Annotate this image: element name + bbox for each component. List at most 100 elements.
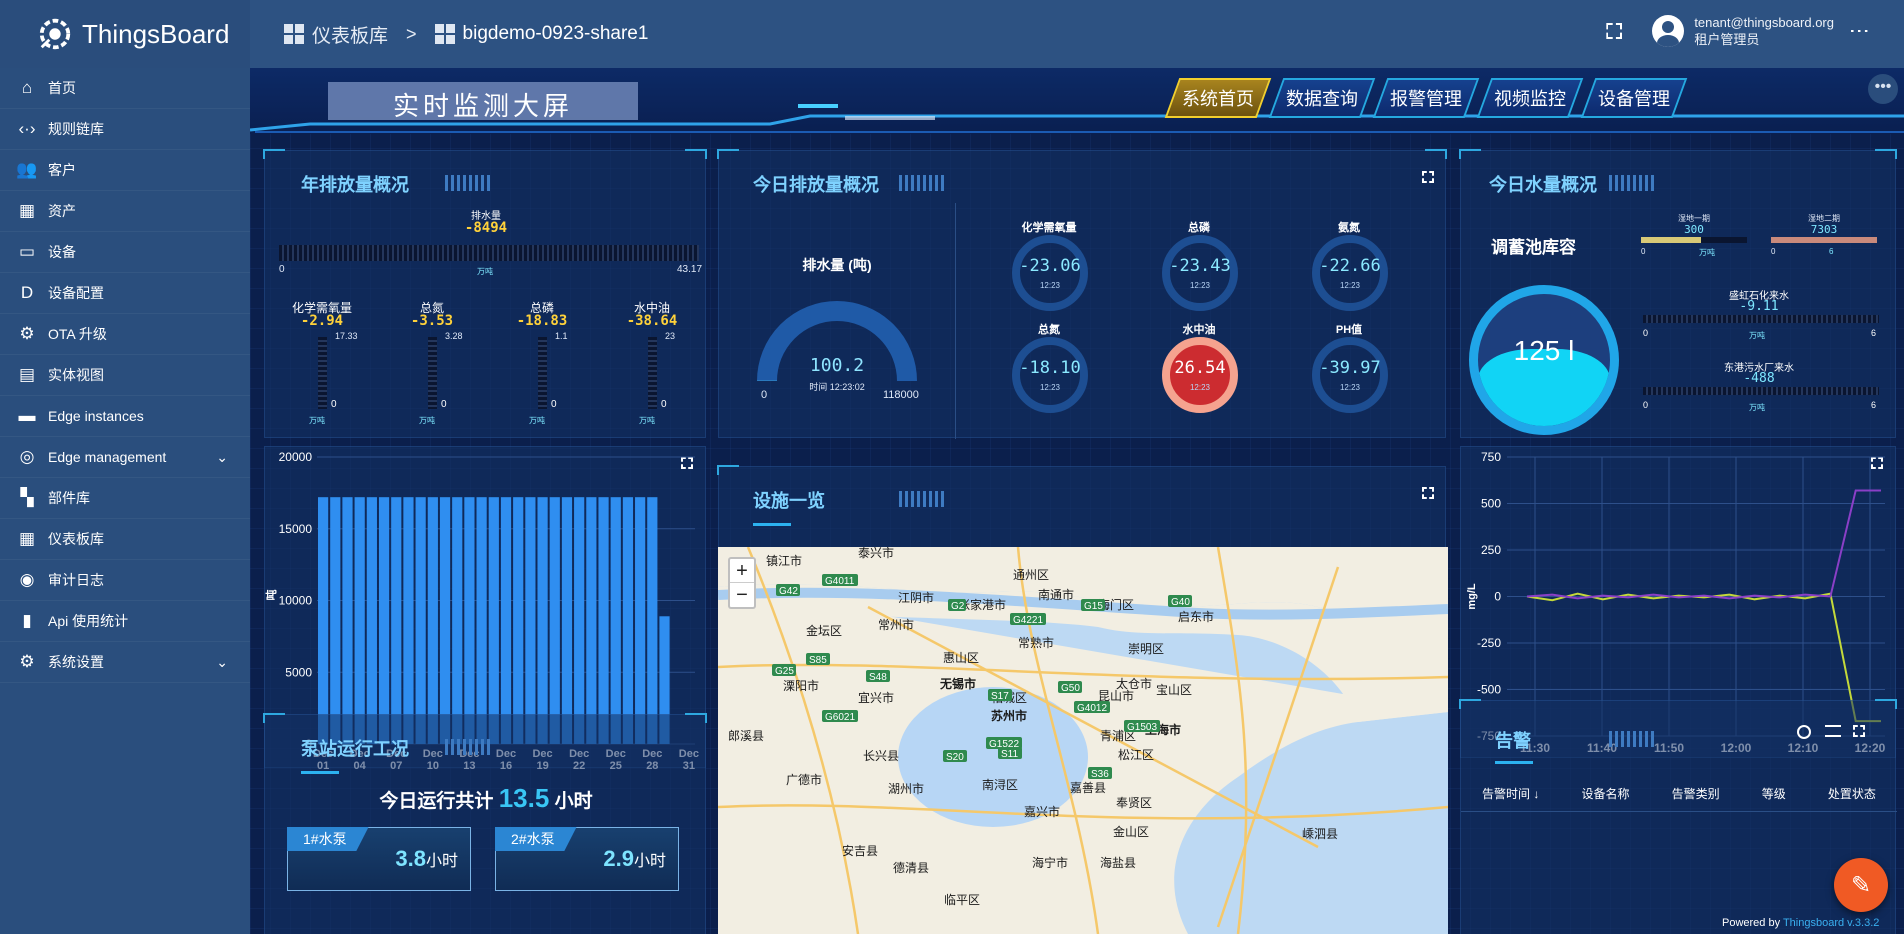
annual-gauge-track <box>318 337 327 409</box>
footer-brand-link[interactable]: Thingsboard v.3.3.2 <box>1783 917 1879 929</box>
y-tick-label: 500 <box>1481 497 1501 511</box>
water-bar-max: 6 <box>1829 247 1834 256</box>
map-label: 南浔区 <box>982 777 1018 792</box>
water-bar-fill <box>1641 237 1701 243</box>
sidebar-item-12[interactable]: ◉ 审计日志 <box>0 560 250 601</box>
map-label: 溧阳市 <box>783 678 819 693</box>
map-label: 常州市 <box>878 617 914 632</box>
app-name: ThingsBoard <box>82 18 230 49</box>
sidebar-item-label: Api 使用统计 <box>48 613 129 629</box>
tab-3[interactable]: 视频监控 <box>1476 78 1584 118</box>
zoom-control: + − <box>728 557 756 609</box>
pump-total: 今日运行共计 13.5 小时 <box>265 783 707 814</box>
map-label: 金山区 <box>1113 824 1149 839</box>
bar-Dec-14 <box>476 497 487 744</box>
map-label: 宝山区 <box>1156 683 1192 697</box>
sidebar-item-9[interactable]: ◎ Edge management ⌄ <box>0 437 250 478</box>
sidebar-item-5[interactable]: D 设备配置 <box>0 273 250 314</box>
settings-icon: ⚙ <box>19 652 35 671</box>
dashboard-more-button[interactable]: ••• <box>1868 74 1898 104</box>
bar-Dec-20 <box>549 497 560 744</box>
alarm-filter-icon[interactable] <box>1825 725 1841 737</box>
bar-Dec-17 <box>513 497 524 744</box>
chevron-down-icon[interactable]: ⌄ <box>216 654 228 671</box>
ring-value: -23.06 <box>1019 256 1081 276</box>
sidebar-item-8[interactable]: ▬ Edge instances <box>0 396 250 437</box>
zoom-in-button[interactable]: + <box>730 559 754 583</box>
map[interactable]: 镇江市 泰兴市 通州区 江阴市 张家港市 南通市 海门区 启东市 常州市 常熟市 崇明区 金坛区 惠山区… <box>718 547 1448 934</box>
water-line-track <box>1643 387 1879 395</box>
y-tick-label: 15000 <box>279 522 313 536</box>
sidebar-item-1[interactable]: ‹·› 规则链库 <box>0 109 250 150</box>
breadcrumb: 仪表板库 > bigdemo-0923-share1 <box>284 21 648 48</box>
tab-0[interactable]: 系统首页 <box>1164 78 1272 118</box>
corner-decoration <box>685 713 707 723</box>
tab-label: 视频监控 <box>1494 89 1566 109</box>
sidebar-item-4[interactable]: ▭ 设备 <box>0 232 250 273</box>
y-tick-label: -500 <box>1477 683 1501 697</box>
annual-gauge-max: 1.1 <box>555 331 568 341</box>
breadcrumb-root[interactable]: 仪表板库 <box>312 21 388 48</box>
sidebar-item-0[interactable]: ⌂ 首页 <box>0 68 250 109</box>
expand-icon[interactable] <box>1422 487 1434 499</box>
title-bars <box>899 491 944 507</box>
alarm-column-header[interactable]: 告警类别 <box>1672 785 1720 802</box>
tab-1[interactable]: 数据查询 <box>1268 78 1376 118</box>
user-info[interactable]: tenant@thingsboard.org 租户管理员 <box>1694 14 1834 48</box>
sidebar-item-3[interactable]: ▦ 资产 <box>0 191 250 232</box>
title-bars <box>1609 175 1654 191</box>
alarm-column-header[interactable]: 设备名称 <box>1582 785 1630 802</box>
sidebar-item-14[interactable]: ⚙ 系统设置 ⌄ <box>0 642 250 683</box>
water-bar-fill <box>1771 237 1877 243</box>
more-menu-icon[interactable]: ⋮ <box>1848 21 1870 41</box>
dashboards-icon <box>284 24 304 44</box>
bar-Dec-02 <box>330 497 341 744</box>
sidebar-item-2[interactable]: 👥 客户 <box>0 150 250 191</box>
today-divider <box>955 203 956 439</box>
alarm-search-icon[interactable] <box>1797 725 1811 739</box>
sidebar-item-7[interactable]: ▤ 实体视图 <box>0 355 250 396</box>
road-label: G50 <box>1061 683 1080 694</box>
tab-4[interactable]: 设备管理 <box>1580 78 1688 118</box>
alarm-column-header[interactable]: 等级 <box>1762 785 1786 802</box>
alarm-column-header[interactable]: 告警时间 ↓ <box>1482 785 1539 802</box>
annual-gauge-unit: 万吨 <box>639 416 655 425</box>
expand-icon[interactable] <box>1853 725 1865 737</box>
edit-dashboard-button[interactable]: ✎ <box>1834 858 1888 912</box>
y-tick-label: 750 <box>1481 450 1501 464</box>
annual-gauge-max: 3.28 <box>445 331 463 341</box>
water-line-value: -9.11 <box>1739 299 1779 314</box>
water-line-min: 0 <box>1643 328 1649 338</box>
y-axis-label: mg/L <box>1466 583 1478 610</box>
tab-2[interactable]: 报警管理 <box>1372 78 1480 118</box>
y-tick-label: 5000 <box>285 665 312 679</box>
bar-Dec-22 <box>574 497 585 744</box>
brand[interactable]: ThingsBoard <box>0 0 250 68</box>
annual-gauge-unit: 万吨 <box>309 416 325 425</box>
map-label: 昆山市 <box>1098 688 1134 703</box>
thingsboard-logo-icon <box>39 18 71 50</box>
expand-icon[interactable] <box>1422 171 1434 183</box>
sidebar-item-11[interactable]: ▦ 仪表板库 <box>0 519 250 560</box>
road-label: S48 <box>869 672 887 683</box>
map-label: 德清县 <box>893 860 929 875</box>
chevron-down-icon[interactable]: ⌄ <box>216 449 228 466</box>
annual-gauge-min: 0 <box>551 399 557 410</box>
user-area: tenant@thingsboard.org 租户管理员 ⋮ <box>1606 14 1870 48</box>
water-bar-max: 万吨 <box>1699 248 1715 257</box>
map-label: 启东市 <box>1178 609 1214 624</box>
bar-Dec-19 <box>537 497 548 744</box>
fullscreen-icon[interactable] <box>1606 23 1623 39</box>
avatar[interactable] <box>1652 15 1685 47</box>
ring-time: 12:23 <box>1039 383 1061 392</box>
sidebar-item-10[interactable]: ▚ 部件库 <box>0 478 250 519</box>
sidebar-item-6[interactable]: ⚙ OTA 升级 <box>0 314 250 355</box>
alarm-column-header[interactable]: 处置状态 <box>1828 785 1876 802</box>
corner-decoration <box>1425 149 1447 159</box>
zoom-out-button[interactable]: − <box>730 583 754 607</box>
sidebar: ⌂ 首页 ‹·› 规则链库 👥 客户 ▦ 资产 ▭ 设备 D 设备配置 ⚙ OTA 升级 ▤ 实体视图 ▬ Edg… <box>0 68 250 934</box>
sidebar-item-13[interactable]: ▮ Api 使用统计 <box>0 601 250 642</box>
bar-Dec-16 <box>500 497 512 744</box>
pump-card-value: 3.8 <box>395 846 426 871</box>
pump-card-value: 2.9 <box>603 846 634 871</box>
